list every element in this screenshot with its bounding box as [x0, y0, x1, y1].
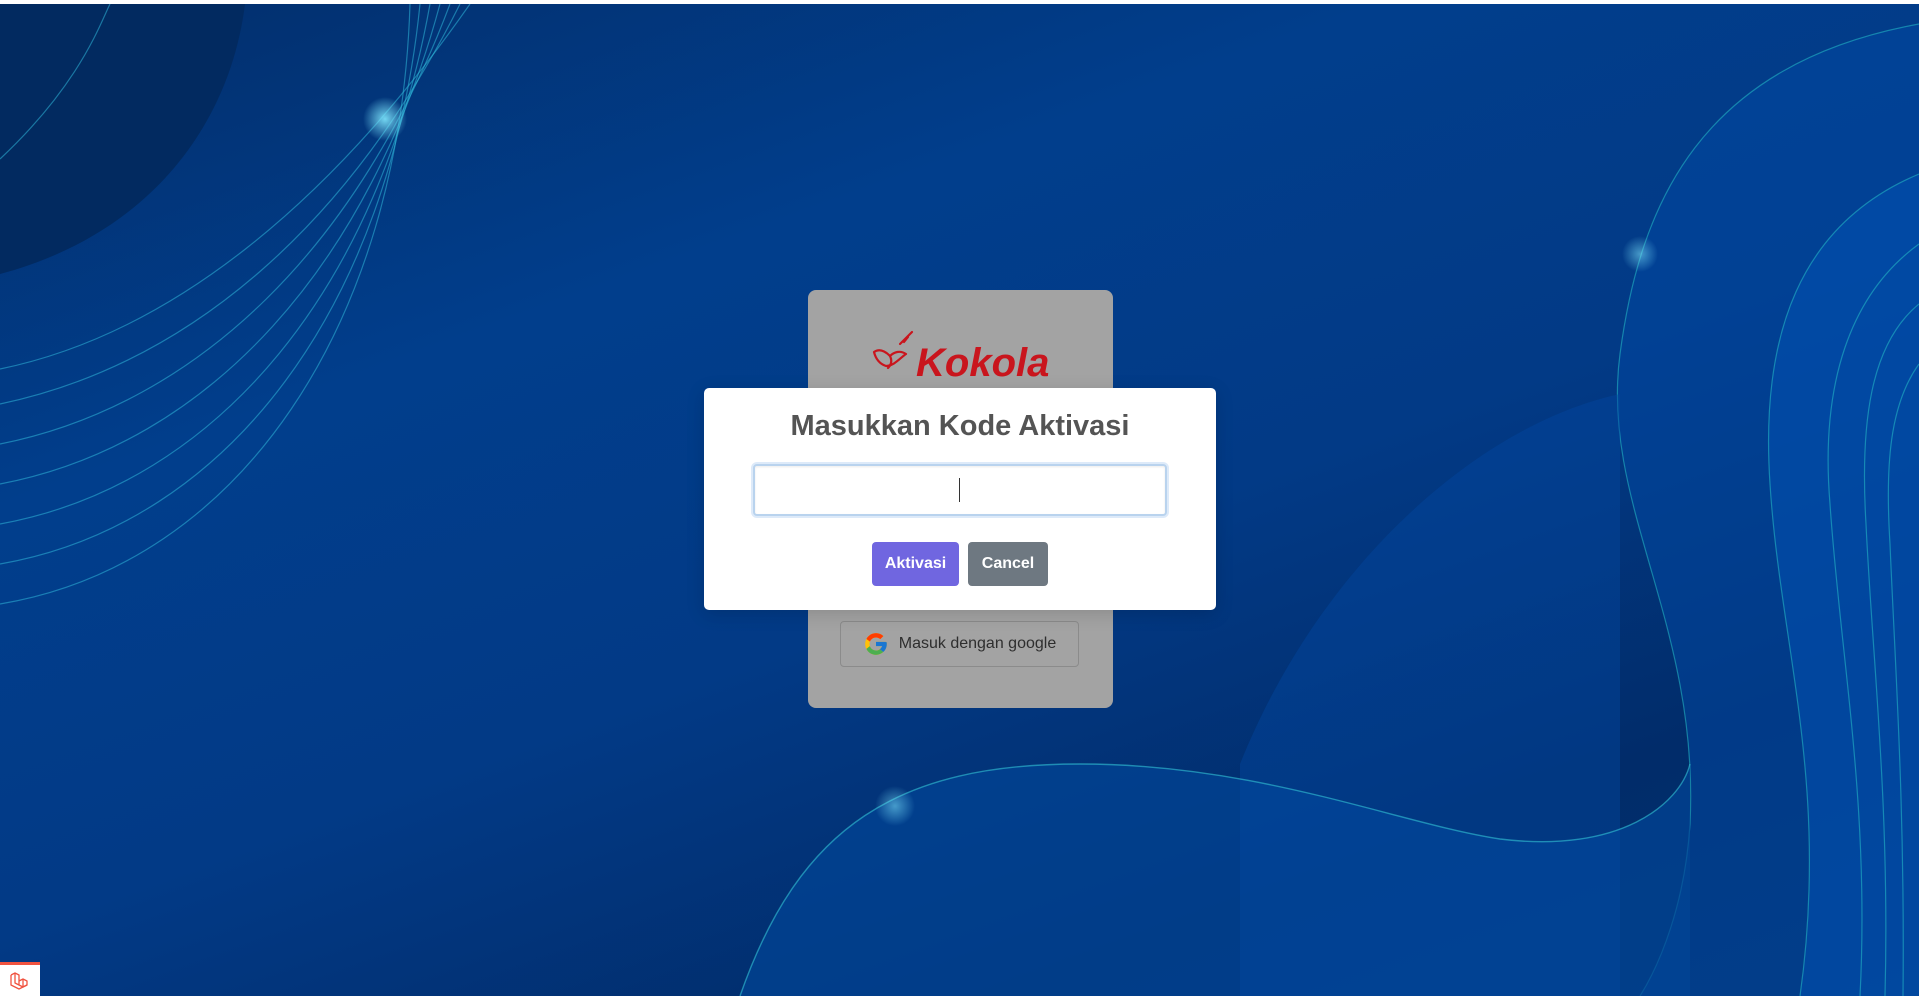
svg-text:Kokola: Kokola: [916, 341, 1049, 382]
laravel-icon: [10, 971, 28, 990]
activation-modal: Masukkan Kode Aktivasi Aktivasi Cancel: [704, 388, 1216, 610]
modal-title: Masukkan Kode Aktivasi: [790, 410, 1130, 442]
laravel-badge[interactable]: [0, 962, 40, 996]
activation-code-input[interactable]: [753, 464, 1167, 516]
google-login-label: Masuk dengan google: [898, 635, 1057, 652]
cancel-button[interactable]: Cancel: [968, 542, 1048, 586]
text-caret: [959, 478, 960, 502]
activate-button[interactable]: Aktivasi: [872, 542, 959, 586]
google-login-button[interactable]: Masuk dengan google: [840, 621, 1079, 667]
kokola-logo: Kokola: [872, 330, 1049, 385]
google-icon: [864, 633, 887, 655]
brand-logo: Kokola: [870, 330, 1050, 385]
